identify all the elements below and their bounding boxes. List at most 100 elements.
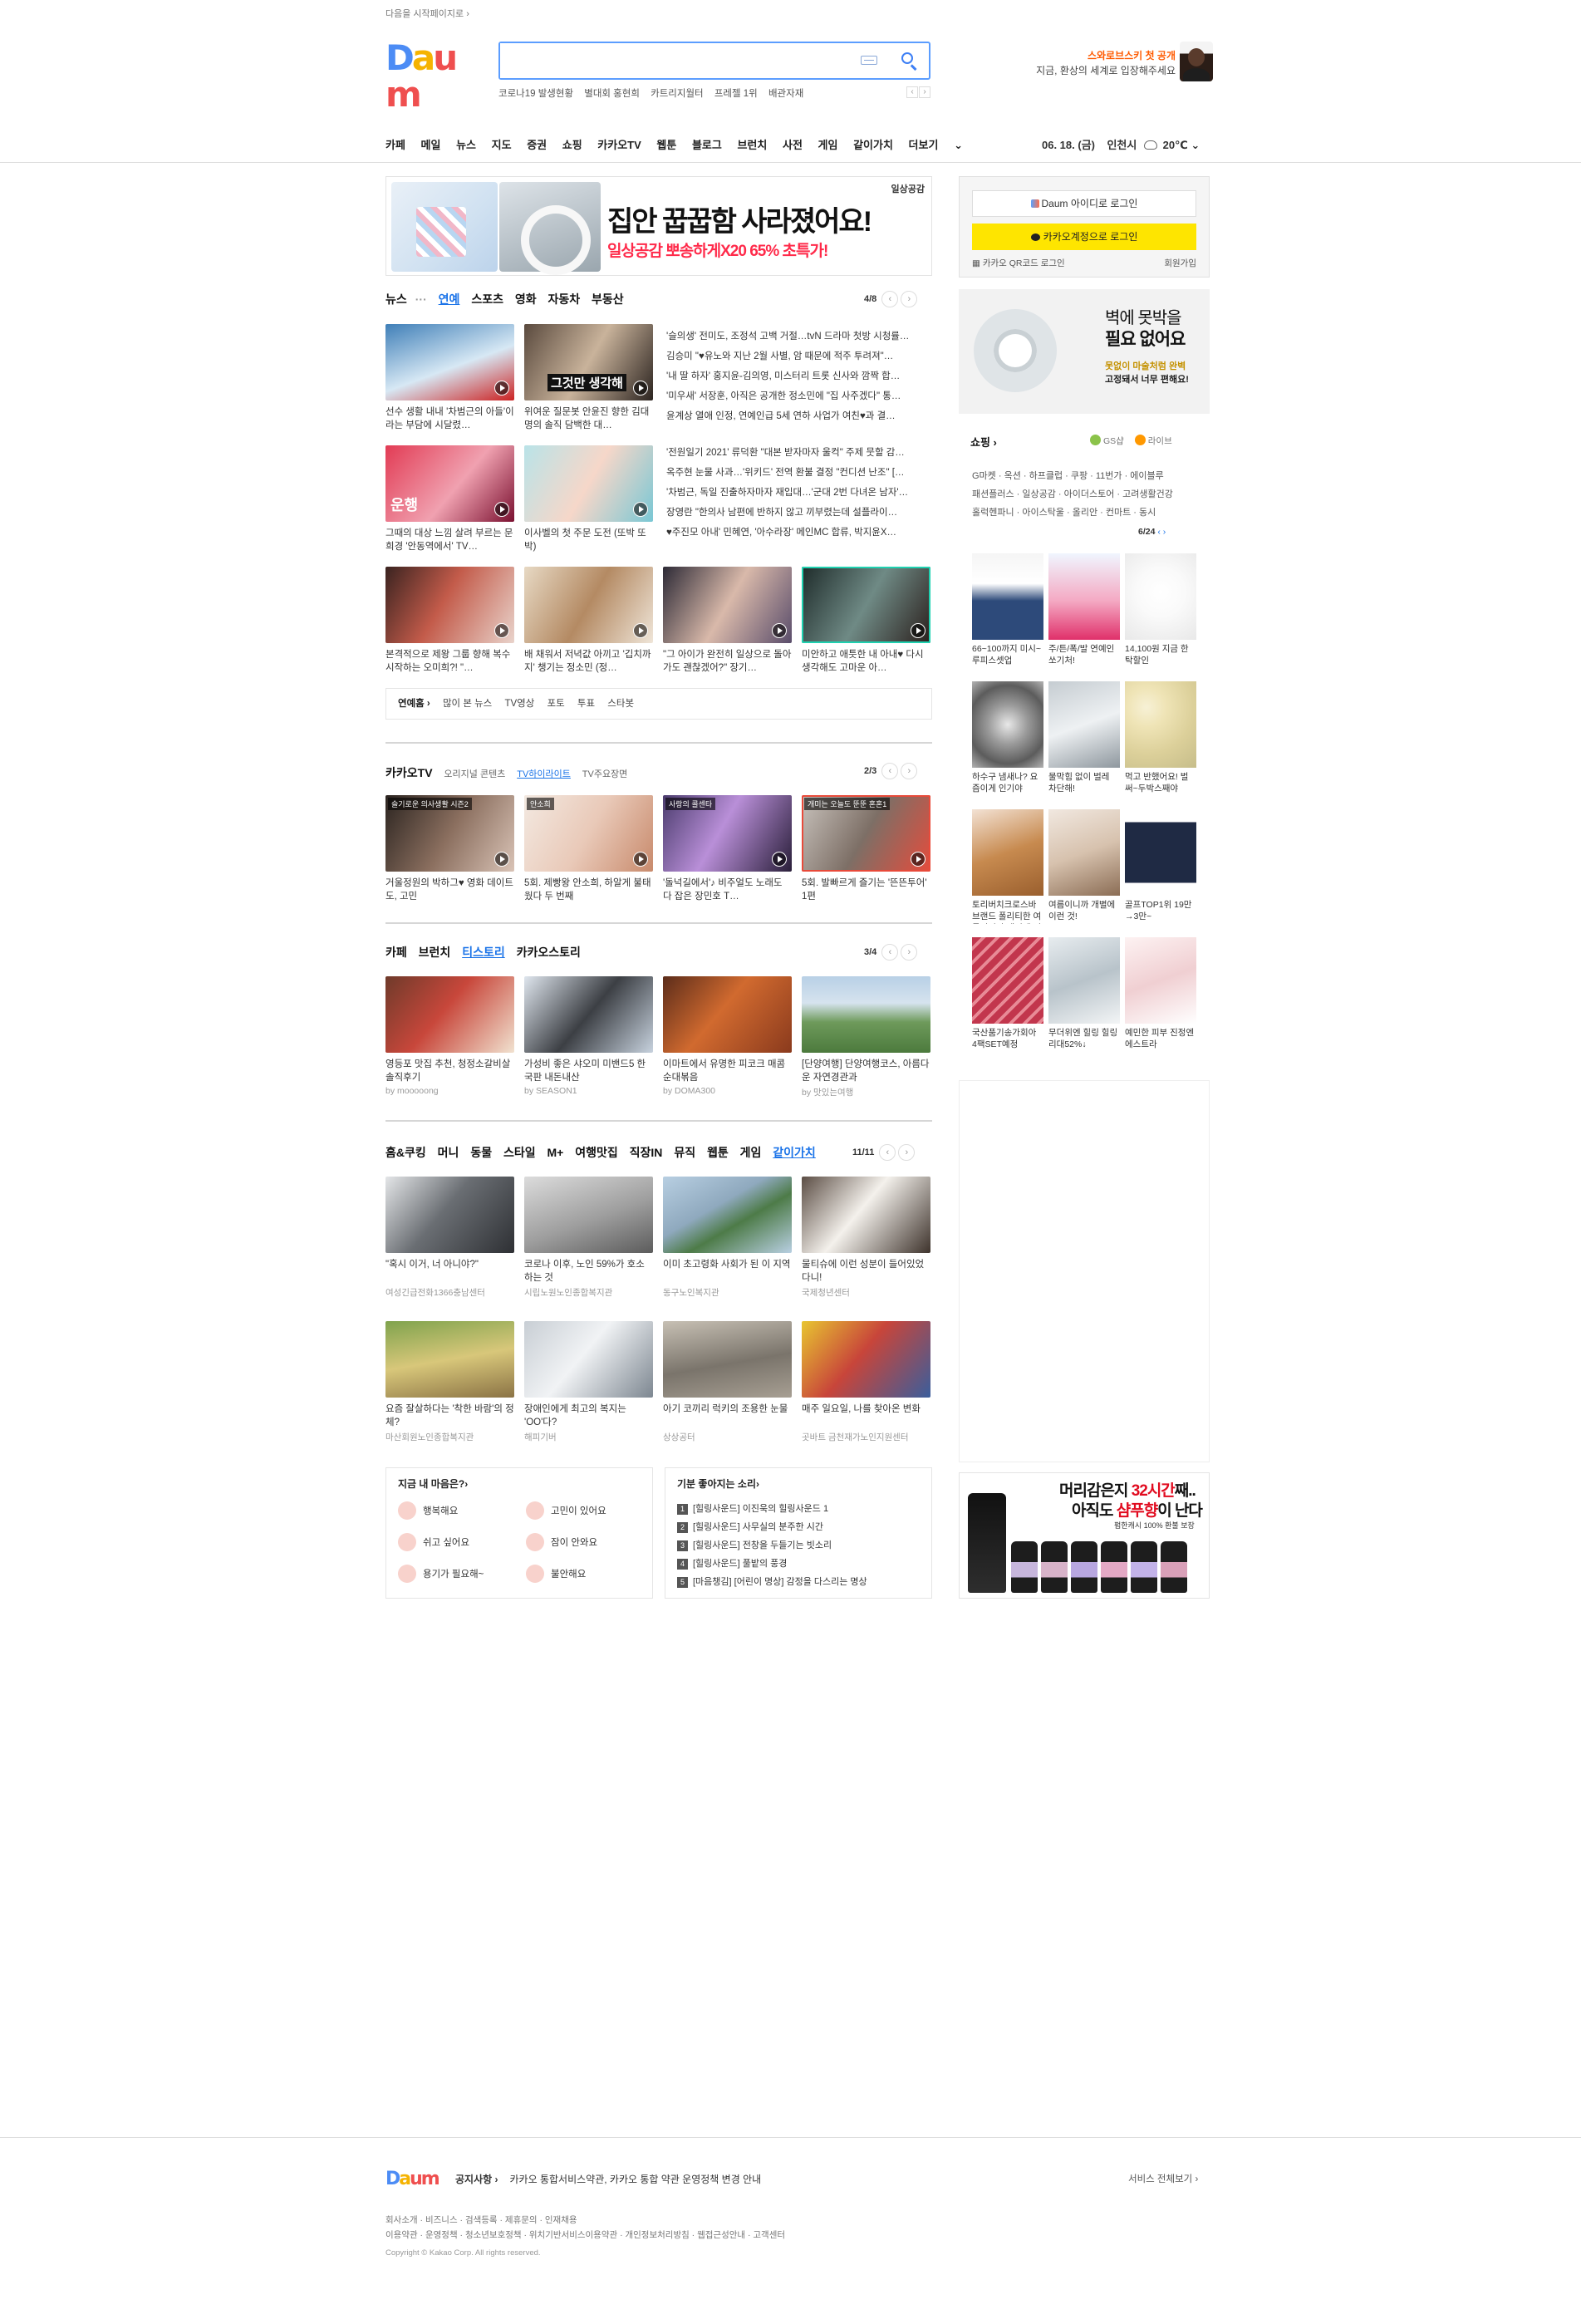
sounds-title[interactable]: 기분 좋아지는 소리› xyxy=(677,1476,759,1491)
life-card[interactable]: 요즘 잘살하다는 '착한 바람'의 정체? 마산회원노인종합복지관 xyxy=(385,1321,514,1443)
tab-tv-scenes[interactable]: TV주요장면 xyxy=(582,769,628,779)
tab-brunch[interactable]: 브런치 xyxy=(419,946,451,959)
tab-life[interactable]: 여행맛집 xyxy=(575,1146,618,1159)
news-card[interactable]: 운행 그때의 대상 느낌 살려 부르는 문희경 '안동역에서' TV… xyxy=(385,445,514,553)
news-card[interactable]: 이사벨의 첫 주문 도전 (또박 또박) xyxy=(524,445,653,553)
gnb-item[interactable]: 메일 xyxy=(421,139,441,151)
news-headline[interactable]: 김승미 "♥유노와 지난 2월 사별, 암 때문에 적주 투려져"… xyxy=(666,346,930,366)
footer-notice[interactable]: 공지사항 › 카카오 통합서비스약관, 카카오 통합 약관 운영정책 변경 안내 xyxy=(455,2172,761,2186)
tab-life[interactable]: 머니 xyxy=(438,1146,459,1159)
news-card[interactable]: 미안하고 애틋한 내 아내♥ 다시 생각해도 고마운 아… xyxy=(802,567,930,675)
search-input[interactable] xyxy=(500,43,849,78)
tab-kakaostory[interactable]: 카카오스토리 xyxy=(517,946,581,959)
prev-button[interactable]: ‹ xyxy=(881,763,899,779)
weather-widget[interactable]: 06. 18. (금) 인천시 20℃ ⌄ xyxy=(1042,136,1200,152)
tab-life[interactable]: 홈&쿠킹 xyxy=(385,1146,426,1159)
gnb-item[interactable]: 게임 xyxy=(818,139,838,151)
next-button[interactable]: › xyxy=(898,1144,916,1161)
prev-button[interactable]: ‹ xyxy=(881,291,899,307)
join-link[interactable]: 회원가입 xyxy=(1164,257,1196,269)
daum-logo[interactable]: Daum xyxy=(385,40,484,113)
life-card[interactable]: 이미 초고령화 사회가 된 이 지역 동구노인복지관 xyxy=(663,1177,792,1299)
tab-kakaotv[interactable]: 카카오TV xyxy=(385,766,433,779)
tab-life[interactable]: 직장IN xyxy=(630,1146,663,1159)
subtab-tv-video[interactable]: TV영상 xyxy=(504,699,534,709)
footer-links[interactable]: 이용약관 · 운영정책 · 청소년보호정책 · 위치기반서비스이용약관 · 개인… xyxy=(385,2228,785,2241)
next-button[interactable]: › xyxy=(901,291,918,307)
sound-item[interactable]: 5 [마음챙김] [어린이 명상] 감정을 다스리는 명상 xyxy=(677,1575,867,1588)
tab-life[interactable]: 뮤직 xyxy=(674,1146,695,1159)
shop-item[interactable]: 국산품기송가회아 4팩SET예정 xyxy=(972,937,1043,1052)
tab-life-active[interactable]: 같이가치 xyxy=(773,1146,816,1159)
mood-item[interactable]: 불안해요 xyxy=(526,1565,586,1583)
shopping-title[interactable]: 쇼핑 › xyxy=(970,434,997,450)
gnb-item[interactable]: 쇼핑 xyxy=(562,139,582,151)
footer-logo[interactable]: Daum xyxy=(385,2169,440,2189)
next-button[interactable]: › xyxy=(1163,527,1166,537)
gnb-item[interactable]: 웹툰 xyxy=(656,139,676,151)
shop-item[interactable]: 하수구 냄새나? 요즘이게 인기야 xyxy=(972,681,1043,796)
tab-movie[interactable]: 영화 xyxy=(515,292,537,306)
footer-links[interactable]: 회사소개 · 비즈니스 · 검색등록 · 제휴문의 · 인재채용 xyxy=(385,2213,577,2226)
news-card[interactable]: "그 아이가 완전히 일상으로 돌아가도 괜찮겠어?" 장기… xyxy=(663,567,792,675)
news-headline[interactable]: 장영란 "한의사 남편에 반하지 않고 끼부렸는데 설플라이… xyxy=(666,503,930,523)
tab-life[interactable]: 스타일 xyxy=(503,1146,536,1159)
subtab-most-viewed[interactable]: 많이 본 뉴스 xyxy=(443,699,492,709)
shop-category-row[interactable]: 홀럭헨파니 · 아이스탁울 · 올리안 · 컨마트 · 동시 xyxy=(972,504,1156,522)
tab-tistory[interactable]: 티스토리 xyxy=(462,946,505,959)
gnb-more[interactable]: 더보기 ⌄ xyxy=(909,139,975,151)
mood-item[interactable]: 잠이 안와요 xyxy=(526,1533,597,1551)
trending-keyword[interactable]: 카트리지월터 xyxy=(651,89,703,99)
tab-life[interactable]: 웹툰 xyxy=(707,1146,729,1159)
side-ad-shampoo[interactable]: 머리감은지 32시간째.. 아직도 샴푸향이 난다 펌한캐시 100% 환불 보… xyxy=(959,1472,1210,1599)
search-button[interactable] xyxy=(899,50,921,71)
shop-category-row[interactable]: 패션플러스 · 일상공감 · 아이더스토어 · 고려생활건강 xyxy=(972,485,1173,504)
shop-item[interactable]: 골프TOP1위 19만→3만~ xyxy=(1125,809,1196,924)
top-promo[interactable]: 스와로브스키 첫 공개 지금, 환상의 세계로 입장해주세요 xyxy=(1030,48,1176,78)
tab-cafe[interactable]: 카페 xyxy=(385,946,407,959)
gnb-item[interactable]: 블로그 xyxy=(692,139,722,151)
subtab-ent-home[interactable]: 연예홈 › xyxy=(398,699,430,709)
sound-item[interactable]: 3 [힐링사운드] 전창을 두들기는 빗소리 xyxy=(677,1538,832,1551)
blog-card[interactable]: 가성비 좋은 샤오미 미밴드5 한국판 내돈내산 by SEASON1 xyxy=(524,976,653,1096)
video-card[interactable]: 개미는 오늘도 뚠뚠 혼혼1 5회. 발빠르게 즐기는 '뜬뜬투어' 1편 xyxy=(802,795,930,903)
shop-item[interactable]: 여름이니까 개별에 이런 것! xyxy=(1048,809,1120,924)
life-card[interactable]: "혹시 이거, 너 아니야?" 여성긴급전화1366충남센터 xyxy=(385,1177,514,1299)
video-card[interactable]: 사랑의 콜센타 '돌넉길에서'♪ 비주얼도 노래도 다 잡은 장민호 T… xyxy=(663,795,792,903)
mood-item[interactable]: 쉬고 싶어요 xyxy=(398,1533,469,1551)
sound-item[interactable]: 2 [힐링사운드] 사무실의 분주한 시간 xyxy=(677,1520,823,1533)
video-card[interactable]: 안소희 5회. 제빵왕 안소희, 하알게 불태웠다 두 번째 xyxy=(524,795,653,903)
trending-keyword[interactable]: 프레젤 1위 xyxy=(714,89,758,99)
news-headline[interactable]: 옥주현 눈물 사과…'위키드' 전역 환불 결정 "컨디션 난조" [… xyxy=(666,463,930,483)
video-card[interactable]: 슬기로운 의사생활 시즌2 거울정원의 박하그♥ 영화 데이트도, 고민 xyxy=(385,795,514,903)
news-headline[interactable]: 윤계상 열애 인정, 연예인급 5세 연하 사업가 여친♥과 결… xyxy=(666,406,930,426)
shop-item[interactable]: 무더위엔 힐링 힐링리대52%↓ xyxy=(1048,937,1120,1052)
tab-sports[interactable]: 스포츠 xyxy=(471,292,503,306)
kakao-login-button[interactable]: 카카오계정으로 로그인 xyxy=(972,224,1196,250)
chevron-left-icon[interactable]: ‹ xyxy=(906,86,918,98)
tab-life[interactable]: 동물 xyxy=(470,1146,492,1159)
mood-item[interactable]: 행복해요 xyxy=(398,1501,458,1520)
tab-news[interactable]: 뉴스 xyxy=(385,292,407,306)
main-banner-ad[interactable]: 집안 꿉꿉함 사라졌어요! 일상공감 뽀송하게X20 65% 초특가! 일상공감 xyxy=(385,176,932,276)
all-services-link[interactable]: 서비스 전체보기 › xyxy=(1128,2172,1198,2185)
life-card[interactable]: 매주 일요일, 나를 찾아온 변화 곳바트 금천재가노인지원센터 xyxy=(802,1321,930,1443)
daum-login-button[interactable]: Daum 아이디로 로그인 xyxy=(972,190,1196,217)
gnb-item[interactable]: 사전 xyxy=(783,139,803,151)
subtab-vote[interactable]: 투표 xyxy=(577,699,595,709)
gnb-item[interactable]: 카카오TV xyxy=(597,139,641,151)
news-headline[interactable]: '슬의생' 전미도, 조정석 고백 거절…tvN 드라마 첫방 시청률… xyxy=(666,327,930,346)
blog-card[interactable]: 영등포 맛집 추천, 청정소갈비살 솔직후기 by mooooong xyxy=(385,976,514,1096)
news-card[interactable]: 본격적으로 제왕 그룹 향해 복수 시작하는 오미희?! "… xyxy=(385,567,514,675)
set-homepage-link[interactable]: 다음을 시작페이지로 › xyxy=(385,7,469,20)
trending-keyword[interactable]: 코로나19 발생현황 xyxy=(498,89,573,99)
life-card[interactable]: 코로나 이후, 노인 59%가 호소하는 것 시립노원노인종합복지관 xyxy=(524,1177,653,1299)
qr-login-link[interactable]: ▦ 카카오 QR코드 로그인 xyxy=(972,257,1065,269)
life-card[interactable]: 아기 코끼리 럭키의 조용한 눈물 상상공터 xyxy=(663,1321,792,1443)
gnb-item[interactable]: 뉴스 xyxy=(456,139,476,151)
shop-item[interactable]: 물막힘 없이 벌레 차단해! xyxy=(1048,681,1120,796)
tab-realestate[interactable]: 부동산 xyxy=(592,292,624,306)
live-link[interactable]: 라이브 xyxy=(1148,436,1172,446)
subtab-starbot[interactable]: 스타봇 xyxy=(607,699,634,709)
news-headline[interactable]: '내 딸 하자' 홍지윤-김의영, 미스터리 트롯 신사와 깜짝 합… xyxy=(666,366,930,386)
